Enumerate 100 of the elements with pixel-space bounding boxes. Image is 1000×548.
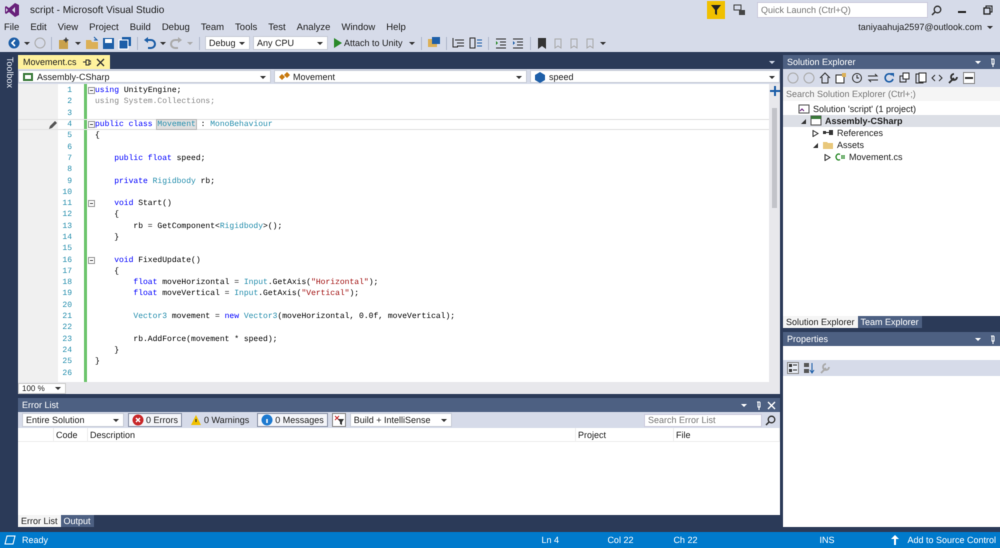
menu-item[interactable]: Debug xyxy=(162,22,190,32)
code-icon[interactable] xyxy=(931,72,943,84)
tree-item[interactable]: Assembly-CSharp xyxy=(783,115,1000,127)
refresh-icon[interactable] xyxy=(883,72,895,84)
column-header[interactable]: Description xyxy=(88,428,576,441)
categorized-icon[interactable] xyxy=(787,362,799,374)
scrollbar-thumb[interactable] xyxy=(772,108,777,208)
search-icon[interactable] xyxy=(765,414,776,426)
panel-tab[interactable]: Output xyxy=(60,515,94,527)
filter-icon[interactable] xyxy=(707,1,725,19)
collapse-icon[interactable] xyxy=(88,121,94,128)
undo-icon[interactable] xyxy=(143,36,156,50)
up-arrow-icon[interactable] xyxy=(891,535,900,545)
expanded-arrow-icon[interactable] xyxy=(800,118,806,124)
caret-icon[interactable] xyxy=(74,40,82,46)
caret-icon[interactable] xyxy=(974,336,982,342)
quick-launch-field[interactable]: Quick Launch (Ctrl+Q) xyxy=(757,2,928,18)
filter-toggle[interactable]: 0 Warnings xyxy=(186,413,254,427)
sort-icon[interactable] xyxy=(803,362,815,374)
menu-item[interactable]: Team xyxy=(200,22,224,32)
save-icon[interactable] xyxy=(102,36,115,50)
filter-toggle[interactable]: 0 Messages xyxy=(257,413,328,427)
line-number: 24 xyxy=(61,346,73,355)
clear-filter-icon[interactable] xyxy=(332,413,346,427)
line-number: 25 xyxy=(61,357,73,366)
restore-icon[interactable] xyxy=(982,4,994,16)
collapsed-arrow-icon[interactable] xyxy=(812,130,818,136)
caret-icon[interactable] xyxy=(23,40,31,46)
menu-item[interactable]: Help xyxy=(386,22,406,32)
attach-button[interactable]: Attach to Unity xyxy=(331,36,405,50)
split-icon[interactable] xyxy=(770,86,780,96)
tree-item[interactable]: References xyxy=(783,127,1000,139)
menu-item[interactable]: Analyze xyxy=(296,22,330,32)
panel-tab[interactable]: Solution Explorer xyxy=(783,316,858,328)
caret-icon[interactable] xyxy=(740,402,748,408)
menu-item[interactable]: Build xyxy=(130,22,151,32)
expanded-arrow-icon[interactable] xyxy=(812,142,818,148)
pin-icon[interactable] xyxy=(82,58,91,66)
save-all-icon[interactable] xyxy=(118,36,132,50)
tree-item[interactable]: Solution 'script' (1 project) xyxy=(783,103,1000,115)
close-icon[interactable] xyxy=(96,58,105,66)
search-field[interactable]: Search Solution Explorer (Ctrl+;) xyxy=(783,87,1000,101)
column-header[interactable]: Code xyxy=(54,428,88,441)
navigation-dropdown[interactable]: Movement xyxy=(274,70,527,83)
new-project-icon[interactable] xyxy=(57,36,71,50)
caret-icon[interactable] xyxy=(986,24,994,30)
navigation-dropdown[interactable]: speed xyxy=(530,70,780,83)
column-header[interactable]: File xyxy=(674,428,780,441)
folder-icon xyxy=(822,139,834,151)
collapse-icon[interactable] xyxy=(88,87,94,94)
caret-icon[interactable] xyxy=(974,59,982,65)
account-name[interactable]: taniyaahuja2597@outlook.com xyxy=(858,22,982,32)
line-number: 9 xyxy=(66,176,73,186)
line-number: 12 xyxy=(61,210,73,220)
menu-item[interactable]: Project xyxy=(89,22,119,32)
caret-icon[interactable] xyxy=(768,59,776,65)
wrench-icon[interactable] xyxy=(947,72,959,84)
panel-tab[interactable]: Team Explorer xyxy=(858,316,922,328)
column-header[interactable]: Project xyxy=(576,428,674,441)
menu-item[interactable]: Tools xyxy=(235,22,258,32)
project-icon xyxy=(22,70,34,82)
filter-toggle[interactable]: 0 Errors xyxy=(128,413,182,427)
menu-item[interactable]: Test xyxy=(268,22,286,32)
search-field[interactable]: Search Error List xyxy=(644,414,762,426)
collapse-icon[interactable] xyxy=(88,200,94,208)
menu-item[interactable]: Edit xyxy=(30,22,47,32)
source-control-button[interactable]: Add to Source Control xyxy=(907,535,996,545)
line-number: 26 xyxy=(61,368,73,378)
bookmark-icon[interactable] xyxy=(536,36,548,50)
caret-icon[interactable] xyxy=(408,40,416,46)
status-text: Ready xyxy=(22,535,48,545)
home-icon[interactable] xyxy=(819,72,831,84)
collapse-icon[interactable] xyxy=(88,256,94,264)
caret-icon xyxy=(515,74,523,80)
caret-icon[interactable] xyxy=(598,40,607,46)
find-in-files-icon[interactable] xyxy=(426,36,441,50)
zoom-dropdown[interactable]: 100 % xyxy=(18,382,66,394)
navigation-dropdown[interactable]: Assembly-CSharp xyxy=(18,70,271,83)
menu-item[interactable]: View xyxy=(58,22,78,32)
configuration-dropdown[interactable]: Debug xyxy=(205,36,250,50)
line-number: 20 xyxy=(61,300,73,310)
collapsed-arrow-icon[interactable] xyxy=(824,154,830,160)
tree-item[interactable]: Assets xyxy=(783,139,1000,151)
code-line: } xyxy=(113,233,120,242)
menu-item[interactable]: File xyxy=(4,22,20,32)
toolbox-tab[interactable]: Toolbox xyxy=(3,55,15,93)
tree-item[interactable]: Movement.cs xyxy=(783,151,1000,163)
panel-tab[interactable]: Error List xyxy=(18,515,61,527)
source-dropdown[interactable]: Build + IntelliSense xyxy=(350,413,452,427)
csharp-file-icon xyxy=(834,151,846,163)
document-tab[interactable]: Movement.cs xyxy=(18,55,110,69)
menu-item[interactable]: Window xyxy=(341,22,376,32)
history-icon[interactable] xyxy=(851,72,863,84)
caret-icon xyxy=(316,40,324,46)
caret-icon[interactable] xyxy=(159,40,167,46)
char-indicator: Ch 22 xyxy=(673,535,698,545)
line-number: 7 xyxy=(66,154,73,163)
message-icon xyxy=(261,414,274,426)
platform-dropdown[interactable]: Any CPU xyxy=(253,36,328,50)
scope-dropdown[interactable]: Entire Solution xyxy=(22,413,124,427)
